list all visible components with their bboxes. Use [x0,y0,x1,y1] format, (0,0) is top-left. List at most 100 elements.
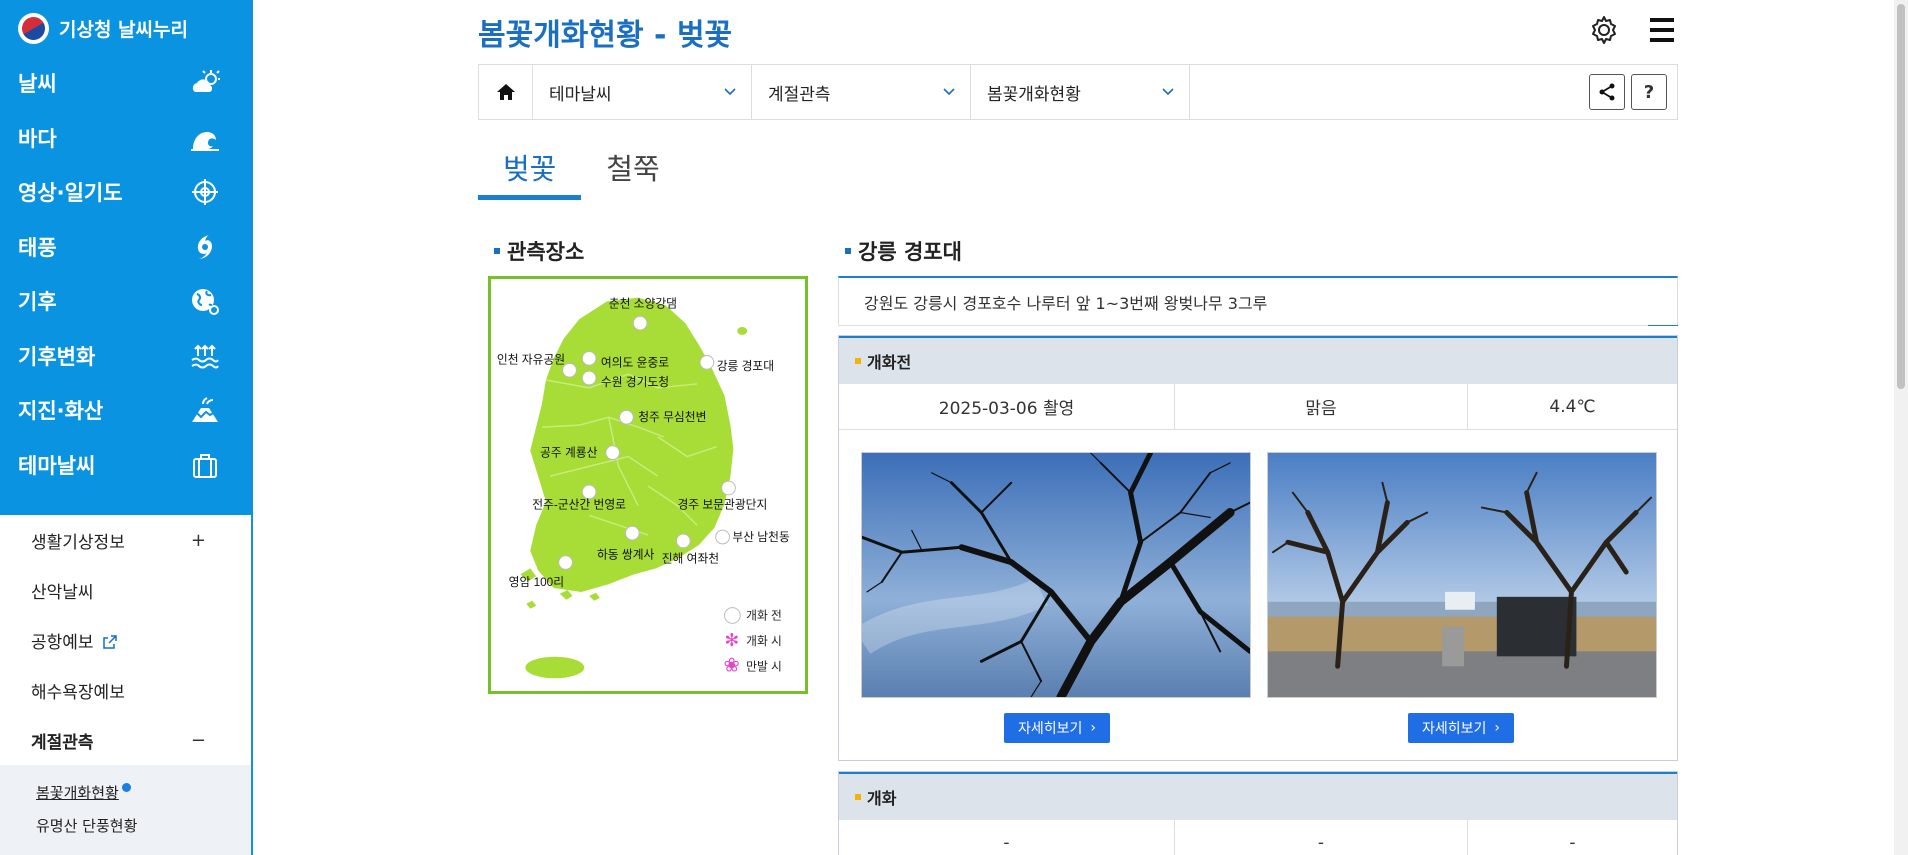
help-button[interactable]: ? [1631,74,1667,110]
breadcrumb-select-3[interactable]: 봄꽃개화현황 [971,65,1190,119]
full-bloom-icon: ❀ [724,654,740,676]
page-scrollbar[interactable] [1894,0,1908,855]
share-button[interactable] [1589,74,1625,110]
expand-icon[interactable]: + [191,530,206,551]
menu-item-satellite[interactable]: 영상·일기도 [0,165,251,220]
menu-item-climate[interactable]: 기후 [0,274,251,329]
location-description: 강원도 강릉시 경포호수 나루터 앞 1~3번째 왕벚나무 3그루 [838,276,1678,326]
page-title: 봄꽃개화현황 - 벚꽃 [478,18,733,53]
station-marker[interactable] [581,370,597,386]
menu-item-ocean[interactable]: 바다 [0,111,251,166]
chevron-down-icon [943,88,955,96]
submenu-item-life-weather[interactable]: 생활기상정보 + [0,515,251,565]
tab-cherry-blossom[interactable]: 벚꽃 [478,142,582,200]
menu-item-typhoon[interactable]: 태풍 [0,220,251,275]
flood-icon [191,344,219,369]
submenu-item-beach[interactable]: 해수욕장예보 [0,665,251,715]
satellite-icon [192,179,218,206]
external-link-icon [103,634,117,649]
cherry-tree-photo[interactable] [861,452,1251,698]
station-label[interactable]: 전주-군산간 번영로 [532,499,626,512]
weather-icon [192,70,220,93]
sub2-item-autumn-leaves[interactable]: 유명산 단풍현황 [0,810,251,843]
lake-tree-photo[interactable] [1267,452,1657,698]
station-label[interactable]: 경주 보문관광단지 [677,498,767,512]
station-label[interactable]: 춘천 소양강댐 [609,296,677,310]
submenu-item-mountain[interactable]: 산악날씨 [0,565,251,615]
chevron-down-icon [1162,88,1174,96]
flower-tabs: 벚꽃 철쭉 [478,142,685,200]
photo-date: 2025-03-06 촬영 [839,384,1175,429]
station-marker[interactable] [721,480,736,496]
menu-item-earthquake[interactable]: 지진·화산 [0,383,251,438]
detail-button[interactable]: 자세히보기 › [1004,713,1110,743]
bag-icon [193,453,217,478]
typhoon-icon [197,234,212,259]
ulleungdo [737,327,748,335]
stage-before-bloom: 개화전 2025-03-06 촬영 맑음 4.4℃ 자세히보기 › 자세히보기 … [838,335,1678,761]
wave-icon [191,131,219,151]
chevron-right-icon: › [1494,720,1500,736]
sub2-item-spring-flower[interactable]: 봄꽃개화현황 [0,777,251,810]
legend-label: 개화 전 [746,609,782,622]
korea-map-svg: 춘천 소양강댐 인천 자유공원 여의도 윤중로 수원 경기도청 강릉 경포대 청… [497,296,790,679]
station-marker[interactable] [605,445,621,460]
globe-icon [192,289,219,316]
stage-info-row: - - - [839,820,1677,855]
menu-item-climate-change[interactable]: 기후변화 [0,329,251,384]
submenu-item-seasonal[interactable]: 계절관측 − [0,715,251,765]
weather-value: 맑음 [1175,384,1468,429]
station-label[interactable]: 강릉 경포대 [717,359,774,373]
chevron-right-icon: › [1090,720,1096,736]
breadcrumb-select-2[interactable]: 계절관측 [752,65,971,119]
location-title: 강릉 경포대 [845,236,962,266]
legend-label: 만발 시 [746,660,782,673]
station-marker[interactable] [581,484,597,500]
legend-label: 개화 시 [746,635,782,648]
station-map: 춘천 소양강댐 인천 자유공원 여의도 윤중로 수원 경기도청 강릉 경포대 청… [488,276,808,694]
scrollbar-thumb[interactable] [1897,4,1905,389]
station-marker[interactable] [675,533,691,549]
station-label[interactable]: 여의도 윤중로 [601,356,669,369]
station-marker[interactable] [715,529,730,545]
station-label[interactable]: 청주 무심천변 [638,410,706,424]
sidebar-main-menu: 기상청 날씨누리 날씨 바다 영상·일기도 태풍 기후 기후변화 지진·화산 테… [0,0,251,515]
station-marker[interactable] [699,354,715,370]
share-icon [1599,83,1615,101]
home-button[interactable] [479,65,533,119]
station-marker[interactable] [581,351,597,366]
tab-azalea[interactable]: 철쭉 [581,142,684,200]
menu-item-theme-weather[interactable]: 테마날씨 [0,438,251,493]
photo-date: - [839,820,1175,855]
breadcrumb: 테마날씨 계절관측 봄꽃개화현황 ? [478,64,1678,120]
station-marker[interactable] [632,315,648,331]
temperature-value: - [1569,832,1576,853]
blooming-icon: ✻ [725,630,740,650]
volcano-icon [191,397,218,423]
map-section-title: 관측장소 [494,236,584,266]
station-label[interactable]: 공주 계룡산 [540,447,598,460]
settings-gear-icon[interactable] [1588,14,1620,46]
collapse-icon[interactable]: − [191,730,206,751]
station-marker[interactable] [558,555,573,570]
submenu-item-airport[interactable]: 공항예보 [0,615,251,665]
app: 기상청 날씨누리 날씨 바다 영상·일기도 태풍 기후 기후변화 지진·화산 테… [0,0,1908,855]
hamburger-menu-icon[interactable] [1646,14,1678,46]
photo-gallery: 자세히보기 › 자세히보기 › [839,430,1677,760]
site-logo[interactable]: 기상청 날씨누리 [0,0,251,56]
menu-item-weather[interactable]: 날씨 [0,56,251,111]
chevron-down-icon [724,88,736,96]
kma-emblem-icon [18,12,49,44]
station-label[interactable]: 수원 경기도청 [601,375,669,389]
breadcrumb-select-1[interactable]: 테마날씨 [533,65,752,119]
station-marker[interactable] [619,409,634,425]
station-marker[interactable] [624,525,640,541]
station-label[interactable]: 진해 여좌천 [662,552,719,566]
station-label[interactable]: 부산 남천동 [732,530,790,544]
detail-button[interactable]: 자세히보기 › [1408,713,1514,743]
top-icons [1588,14,1678,46]
temperature-value: 4.4℃ [1549,396,1596,417]
station-label[interactable]: 영암 100리 [509,576,564,589]
station-label[interactable]: 하동 쌍계사 [597,548,655,562]
station-label[interactable]: 인천 자유공원 [497,352,565,366]
